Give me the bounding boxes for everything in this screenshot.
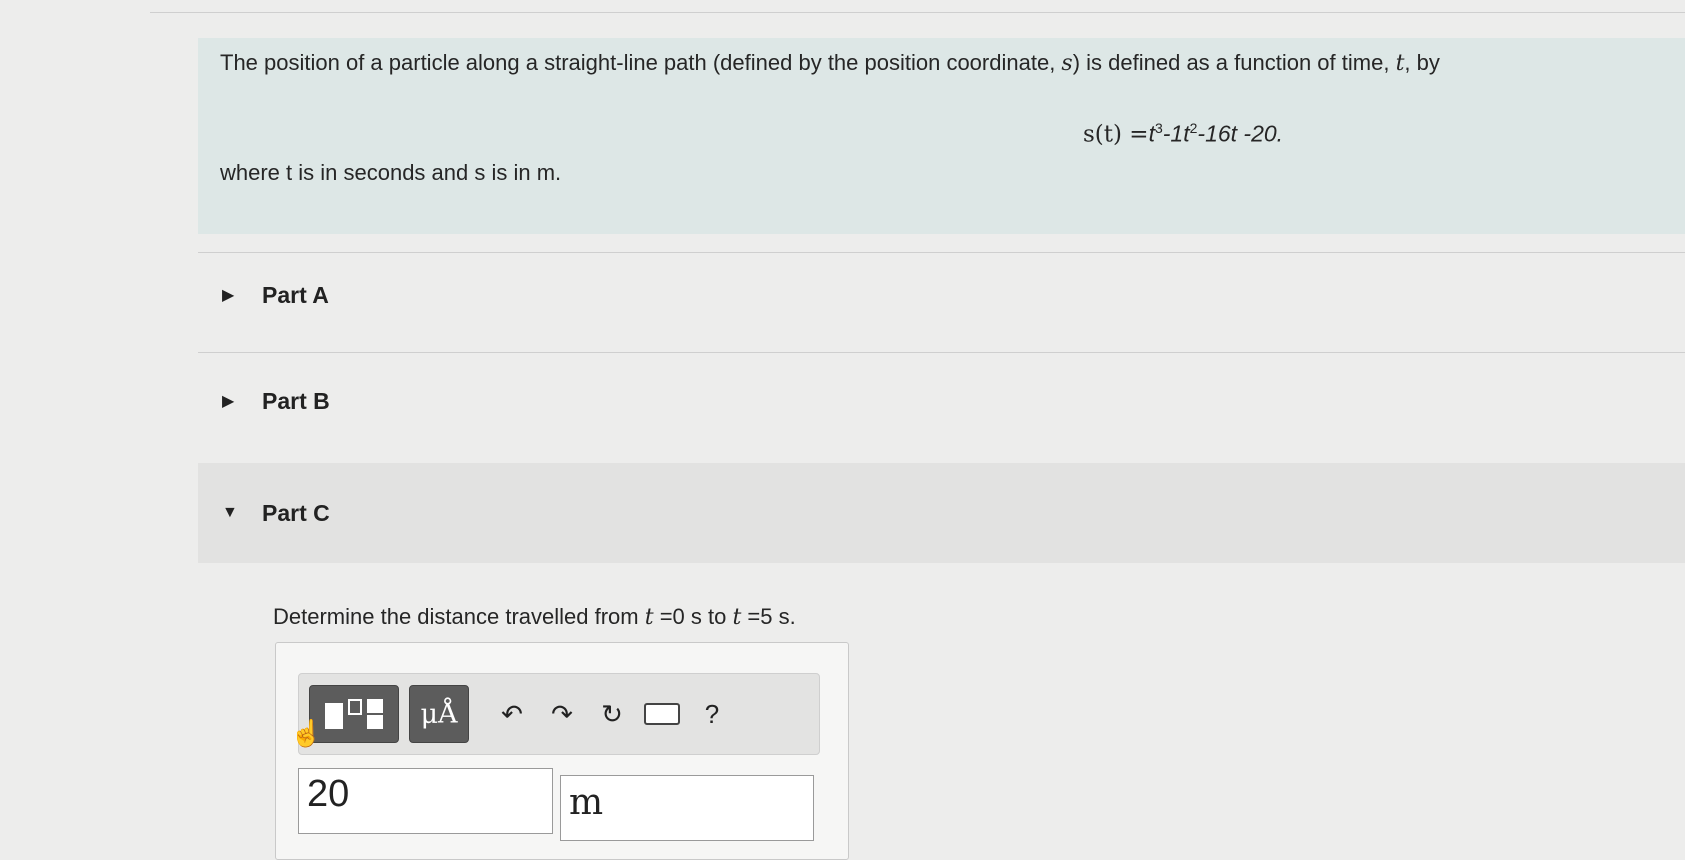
part-a-header[interactable]: ▶ Part A [198, 260, 1685, 330]
redo-icon[interactable]: ↷ [537, 686, 587, 742]
undo-icon[interactable]: ↶ [487, 686, 537, 742]
part-c-label: Part C [262, 499, 330, 526]
answer-unit-input[interactable]: m [560, 775, 814, 841]
templates-icon [325, 699, 383, 729]
position-equation: s(t) =t3-1t2-16t -20. [1083, 120, 1284, 148]
templates-button[interactable] [309, 685, 399, 743]
keyboard-icon [644, 703, 680, 725]
math-toolbar: μÅ ↶ ↷ ↻ ? [298, 673, 820, 755]
part-a-label: Part A [262, 281, 329, 308]
keyboard-button[interactable] [637, 686, 687, 742]
reset-icon[interactable]: ↻ [587, 686, 637, 742]
part-c-question: Determine the distance travelled from t … [273, 604, 796, 630]
units-note: where t is in seconds and s is in m. [220, 160, 562, 185]
units-button[interactable]: μÅ [409, 685, 469, 743]
expand-caret-icon: ▶ [222, 393, 235, 410]
collapse-caret-icon: ▼ [222, 504, 238, 521]
divider [198, 352, 1685, 353]
part-c-header[interactable]: ▼ Part C [198, 463, 1685, 563]
problem-text: The position of a particle along a strai… [220, 50, 1440, 76]
hand-cursor-icon: ☝ [290, 718, 323, 748]
expand-caret-icon: ▶ [222, 287, 235, 304]
answer-box: μÅ ↶ ↷ ↻ ? 20 m [275, 642, 849, 860]
problem-statement: The position of a particle along a strai… [198, 38, 1685, 234]
answer-value-input[interactable]: 20 [298, 768, 553, 834]
divider [198, 252, 1685, 253]
part-b-label: Part B [262, 387, 330, 414]
part-b-header[interactable]: ▶ Part B [198, 366, 1685, 436]
help-button[interactable]: ? [687, 686, 737, 742]
top-divider [150, 12, 1685, 13]
